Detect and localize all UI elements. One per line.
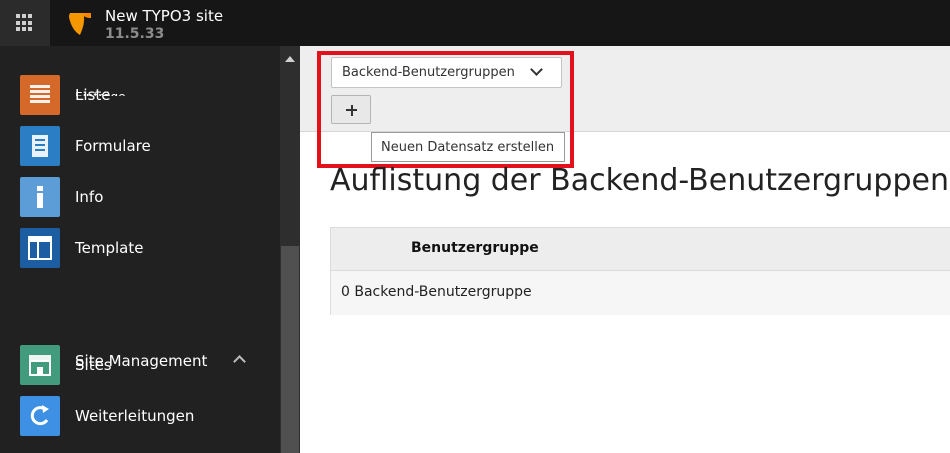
record-count: 0 Backend-Benutzergruppe — [341, 284, 532, 300]
module-label: Template — [75, 239, 144, 257]
site-version: 11.5.33 — [105, 26, 165, 42]
scrollbar-thumb[interactable] — [281, 246, 299, 453]
sites-icon — [20, 345, 60, 385]
form-icon — [20, 126, 60, 166]
table-row: 0 Backend-Benutzergruppe — [331, 271, 950, 315]
module-item-formulare[interactable]: Formulare — [20, 126, 275, 166]
grid-icon — [16, 14, 34, 32]
module-label: Formulare — [75, 137, 151, 155]
module-menu: Einträge Liste Formulare — [0, 46, 280, 453]
module-item-template[interactable]: Template — [20, 228, 275, 268]
record-table: Benutzergruppe 0 Backend-Benutzergruppe — [330, 227, 950, 315]
info-icon — [20, 177, 60, 217]
module-label: Weiterleitungen — [75, 407, 195, 425]
module-item-sites[interactable]: Sites — [20, 345, 275, 385]
typo3-logo-icon[interactable] — [64, 9, 94, 39]
list-icon — [20, 75, 60, 115]
module-label: Info — [75, 188, 104, 206]
redirect-icon — [20, 396, 60, 436]
module-item-info[interactable]: Info — [20, 177, 275, 217]
highlight-frame — [317, 51, 574, 168]
site-name[interactable]: New TYPO3 site — [105, 7, 223, 25]
module-item-weiterleitungen[interactable]: Weiterleitungen — [20, 396, 275, 436]
app-menu-button[interactable] — [0, 0, 50, 46]
content-area: Backend-Benutzergruppen Neuen Datensatz … — [300, 46, 950, 453]
table-header: Benutzergruppe — [331, 228, 950, 271]
template-icon — [20, 228, 60, 268]
module-item-liste[interactable]: Liste — [20, 75, 275, 115]
sidebar-scrollbar[interactable] — [280, 46, 300, 453]
scroll-up-arrow-icon[interactable] — [285, 56, 295, 62]
page-title: Auflistung der Backend-Benutzergruppen — [330, 163, 949, 198]
module-label: Liste — [75, 86, 111, 104]
column-header-benutzergruppe[interactable]: Benutzergruppe — [411, 240, 539, 256]
topbar: New TYPO3 site 11.5.33 — [0, 0, 950, 46]
module-label: Sites — [75, 356, 112, 374]
